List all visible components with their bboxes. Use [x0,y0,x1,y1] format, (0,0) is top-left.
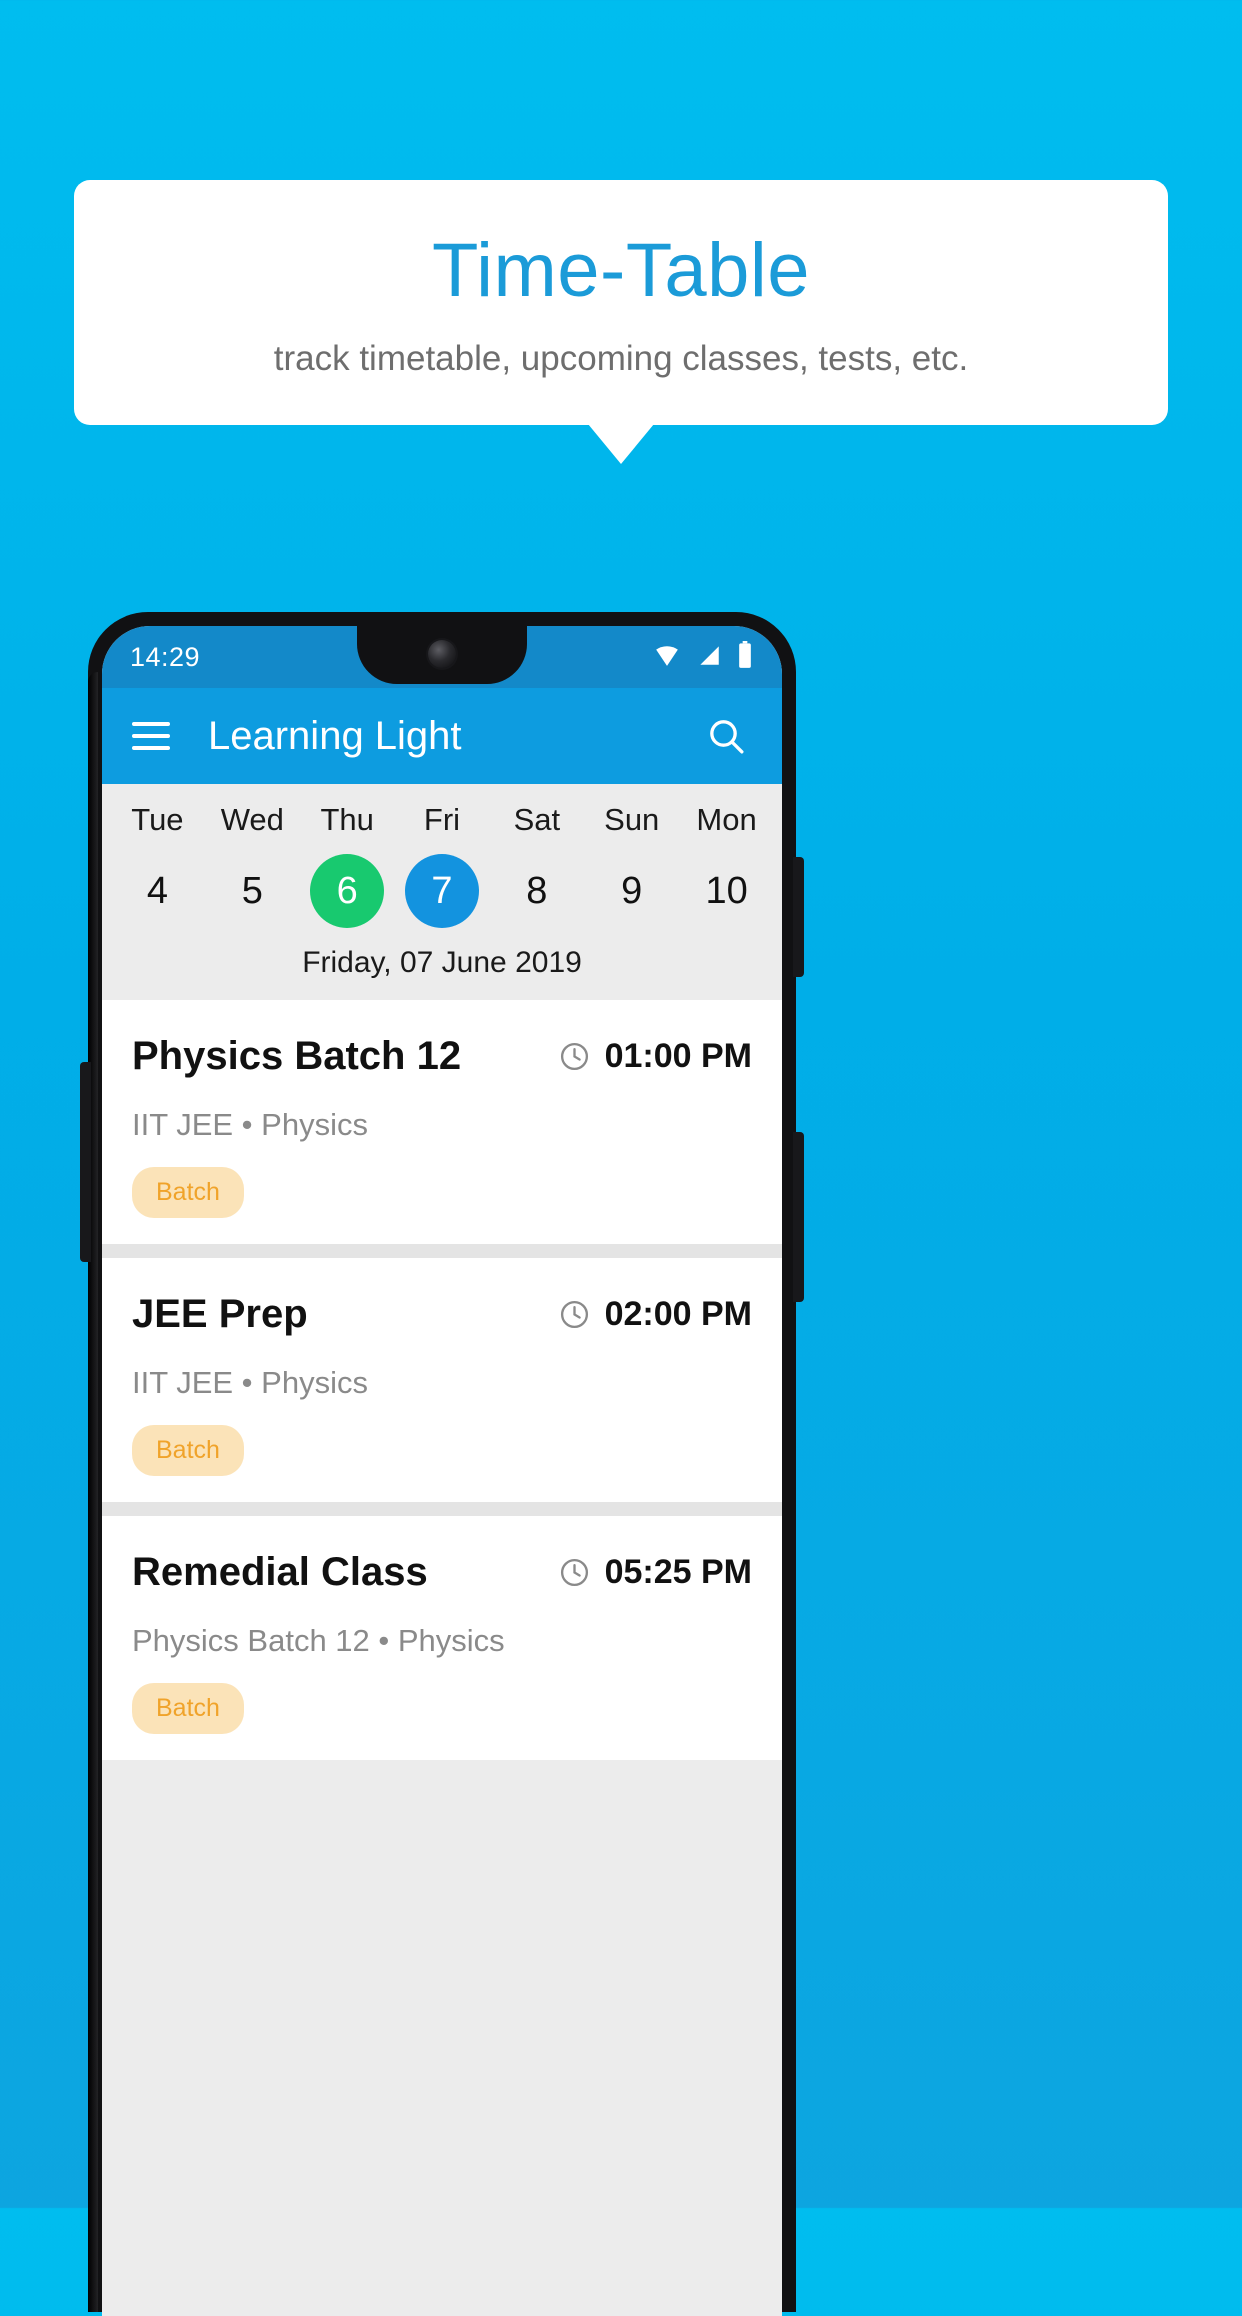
event-title: JEE Prep [132,1292,308,1336]
clock-icon [558,1040,591,1073]
volume-button[interactable] [793,1132,804,1302]
event-subtitle: IIT JEE • Physics [132,1365,368,1400]
event-card[interactable]: JEE Prep 02:00 PM IIT JEE • Physics Batc… [102,1258,782,1502]
battery-icon [736,640,754,674]
event-card-header: Remedial Class 05:25 PM [132,1550,752,1595]
status-bar-icons [652,640,754,674]
status-bar-clock: 14:29 [130,641,201,672]
clock-icon [558,1556,591,1589]
event-title: Remedial Class [132,1550,428,1594]
event-type-chip[interactable]: Batch [132,1683,244,1734]
day-name-label: Sat [513,802,561,837]
hamburger-menu-icon[interactable] [132,722,170,750]
phone-mockup: 14:29 Learning Light Tue Wed Thu Fri Sat… [80,612,804,2316]
date-number: 10 [705,870,748,912]
event-time-group: 02:00 PM [558,1295,752,1334]
event-card-header: Physics Batch 12 01:00 PM [132,1034,752,1079]
clock-icon [558,1298,591,1331]
event-type-chip[interactable]: Batch [132,1167,244,1218]
event-type-chip[interactable]: Batch [132,1425,244,1476]
promo-subtitle: track timetable, upcoming classes, tests… [273,338,969,378]
day-name-label: Thu [320,802,374,837]
day-name-label: Tue [131,802,184,837]
event-time-group: 01:00 PM [558,1037,752,1076]
day-name-label: Wed [220,802,284,837]
event-card[interactable]: Physics Batch 12 01:00 PM IIT JEE • Phys… [102,1000,782,1244]
app-bar: Learning Light [102,688,782,784]
event-time: 01:00 PM [604,1037,752,1075]
search-icon[interactable] [706,716,746,756]
event-list[interactable]: Physics Batch 12 01:00 PM IIT JEE • Phys… [102,1000,782,1760]
day-cell-5[interactable]: Sun [584,802,679,838]
date-button-8[interactable]: 8 [489,854,584,928]
day-name-label: Fri [423,802,461,837]
date-button-10[interactable]: 10 [679,854,774,928]
day-number-row: 4 5 6 7 8 9 10 [102,854,782,928]
event-subtitle: IIT JEE • Physics [132,1107,368,1142]
day-name-label: Mon [696,802,757,837]
date-button-6[interactable]: 6 [300,854,395,928]
day-cell-0[interactable]: Tue [110,802,205,838]
day-cell-3[interactable]: Fri [395,802,490,838]
date-number: 8 [526,870,548,912]
day-cell-6[interactable]: Mon [679,802,774,838]
event-time: 02:00 PM [604,1295,752,1333]
promo-title: Time-Table [431,227,811,313]
phone-screen: 14:29 Learning Light Tue Wed Thu Fri Sat… [102,626,782,2316]
date-number-selected: 7 [405,854,479,928]
date-number-today: 6 [310,854,385,928]
day-cell-4[interactable]: Sat [489,802,584,838]
app-title: Learning Light [208,713,462,758]
promo-callout-tail [588,424,654,464]
selected-full-date: Friday, 07 June 2019 [302,946,582,979]
signal-icon [695,642,723,673]
event-card[interactable]: Remedial Class 05:25 PM Physics Batch 12… [102,1516,782,1760]
wifi-icon [652,642,682,673]
date-number: 9 [621,870,643,912]
event-time-group: 05:25 PM [558,1553,752,1592]
date-button-4[interactable]: 4 [110,854,205,928]
date-number: 4 [146,870,168,912]
date-number: 5 [241,870,263,912]
event-title: Physics Batch 12 [132,1034,462,1078]
date-button-9[interactable]: 9 [584,854,679,928]
day-name-label: Sun [604,802,660,837]
front-camera-icon [428,640,456,668]
date-button-5[interactable]: 5 [205,854,300,928]
promo-callout-card: Time-Table track timetable, upcoming cla… [74,180,1168,425]
day-name-row: Tue Wed Thu Fri Sat Sun Mon [102,802,782,838]
event-subtitle: Physics Batch 12 • Physics [132,1623,505,1658]
left-side-button[interactable] [80,1062,91,1262]
event-time: 05:25 PM [604,1553,752,1591]
date-button-7[interactable]: 7 [395,854,490,928]
event-card-header: JEE Prep 02:00 PM [132,1292,752,1337]
date-strip: Tue Wed Thu Fri Sat Sun Mon 4 5 6 7 8 9 … [102,784,782,1000]
day-cell-1[interactable]: Wed [205,802,300,838]
day-cell-2[interactable]: Thu [300,802,395,838]
power-button[interactable] [793,857,804,977]
